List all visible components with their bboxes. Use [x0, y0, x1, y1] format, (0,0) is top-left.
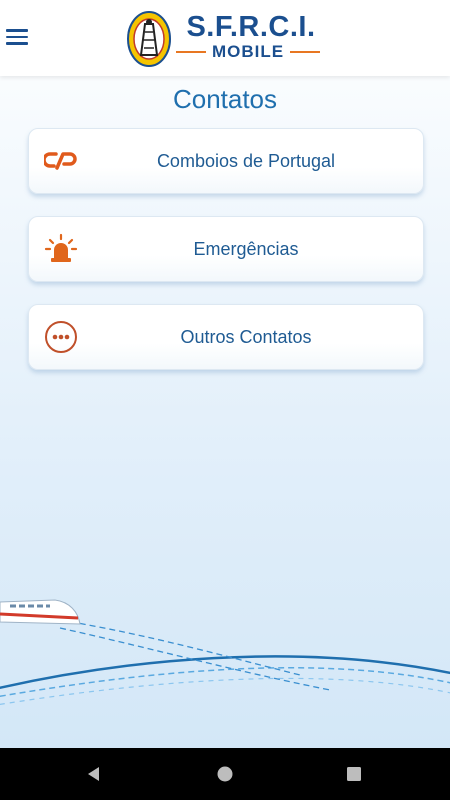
home-icon[interactable] [213, 762, 237, 786]
app-screen: S.F.R.C.I. MOBILE Contatos Comboios de P… [0, 0, 450, 748]
back-icon[interactable] [82, 762, 106, 786]
hamburger-icon [6, 29, 28, 32]
more-dots-icon [43, 319, 79, 355]
page-title: Contatos [172, 84, 278, 114]
cp-logo-icon [43, 143, 79, 179]
logo-title: S.F.R.C.I. [186, 11, 316, 43]
contact-button-emergencias[interactable]: Emergências [28, 216, 424, 282]
logo-subtitle: MOBILE [176, 42, 321, 62]
contact-label: Outros Contatos [180, 326, 312, 347]
contact-button-outros[interactable]: Outros Contatos [28, 304, 424, 370]
contact-label: Comboios de Portugal [156, 150, 336, 171]
app-bar: S.F.R.C.I. MOBILE [0, 0, 450, 76]
siren-icon [43, 231, 79, 267]
contact-button-comboios[interactable]: Comboios de Portugal [28, 128, 424, 194]
system-nav-bar [0, 748, 450, 800]
contact-label: Emergências [193, 238, 299, 259]
recents-icon[interactable] [342, 762, 366, 786]
menu-button[interactable] [6, 24, 32, 50]
train-illustration [0, 599, 450, 706]
app-logo: S.F.R.C.I. MOBILE [124, 8, 324, 68]
sfrci-emblem-icon [127, 11, 171, 67]
